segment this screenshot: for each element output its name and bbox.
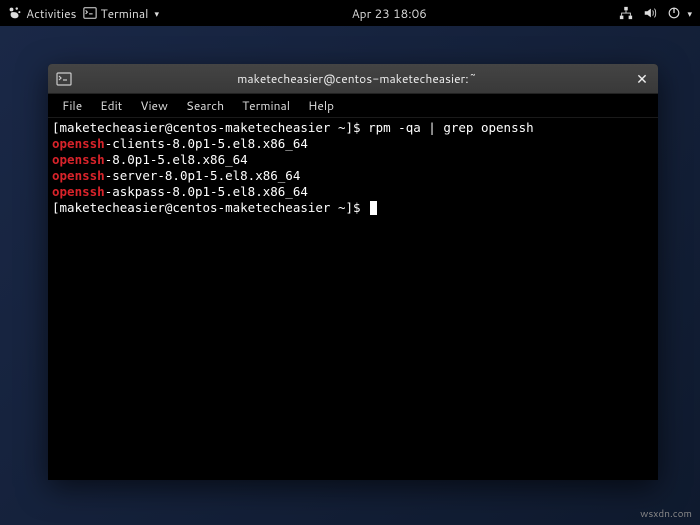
power-icon [667, 6, 681, 20]
terminal-line: openssh-askpass-8.0p1-5.el8.x86_64 [52, 184, 654, 200]
terminal-line: openssh-8.0p1-5.el8.x86_64 [52, 152, 654, 168]
watermark: wsxdn.com [640, 507, 692, 521]
menu-terminal[interactable]: Terminal [234, 95, 298, 116]
terminal-line: [maketecheasier@centos-maketecheasier ~]… [52, 200, 654, 216]
power-status[interactable]: ▾ [667, 6, 692, 20]
grep-match: openssh [52, 136, 105, 151]
terminal-window: maketecheasier@centos-maketecheasier:~ ✕… [48, 64, 658, 480]
output-text: -server-8.0p1-5.el8.x86_64 [105, 168, 301, 183]
volume-status[interactable] [643, 6, 657, 20]
activities-label: Activities [26, 5, 77, 22]
topbar-datetime[interactable]: Apr 23 18:06 [352, 5, 427, 22]
output-text: -askpass-8.0p1-5.el8.x86_64 [105, 184, 308, 199]
window-close-button[interactable]: ✕ [634, 69, 650, 89]
topbar-right: ▾ [619, 6, 692, 20]
activities-button[interactable]: Activities [8, 5, 77, 22]
chevron-down-icon: ▾ [154, 7, 159, 20]
menu-help[interactable]: Help [300, 95, 342, 116]
active-app-button[interactable]: Terminal ▾ [83, 5, 159, 22]
terminal-menubar: File Edit View Search Terminal Help [48, 94, 658, 118]
terminal-line: [maketecheasier@centos-maketecheasier ~]… [52, 120, 654, 136]
cursor-block [370, 201, 377, 215]
network-status[interactable] [619, 6, 633, 20]
terminal-content[interactable]: [maketecheasier@centos-maketecheasier ~]… [48, 118, 658, 480]
datetime-label: Apr 23 18:06 [352, 5, 427, 22]
menu-edit[interactable]: Edit [92, 95, 130, 116]
terminal-line: openssh-server-8.0p1-5.el8.x86_64 [52, 168, 654, 184]
grep-match: openssh [52, 152, 105, 167]
window-title: maketecheasier@centos-maketecheasier:~ [80, 70, 634, 87]
prompt: [maketecheasier@centos-maketecheasier ~]… [52, 120, 368, 135]
gnome-foot-icon [8, 6, 22, 20]
grep-match: openssh [52, 168, 105, 183]
menu-view[interactable]: View [132, 95, 176, 116]
terminal-line: openssh-clients-8.0p1-5.el8.x86_64 [52, 136, 654, 152]
command-text: rpm -qa | grep openssh [368, 120, 534, 135]
menu-search[interactable]: Search [178, 95, 232, 116]
topbar-left: Activities Terminal ▾ [8, 5, 159, 22]
gnome-topbar: Activities Terminal ▾ Apr 23 18:06 ▾ [0, 0, 700, 26]
volume-icon [643, 6, 657, 20]
chevron-down-icon: ▾ [687, 7, 692, 20]
terminal-icon [83, 6, 97, 20]
menu-file[interactable]: File [54, 95, 90, 116]
network-icon [619, 6, 633, 20]
grep-match: openssh [52, 184, 105, 199]
output-text: -8.0p1-5.el8.x86_64 [105, 152, 248, 167]
active-app-label: Terminal [101, 5, 149, 22]
prompt: [maketecheasier@centos-maketecheasier ~]… [52, 200, 368, 215]
window-titlebar[interactable]: maketecheasier@centos-maketecheasier:~ ✕ [48, 64, 658, 94]
terminal-icon [56, 71, 72, 87]
output-text: -clients-8.0p1-5.el8.x86_64 [105, 136, 308, 151]
